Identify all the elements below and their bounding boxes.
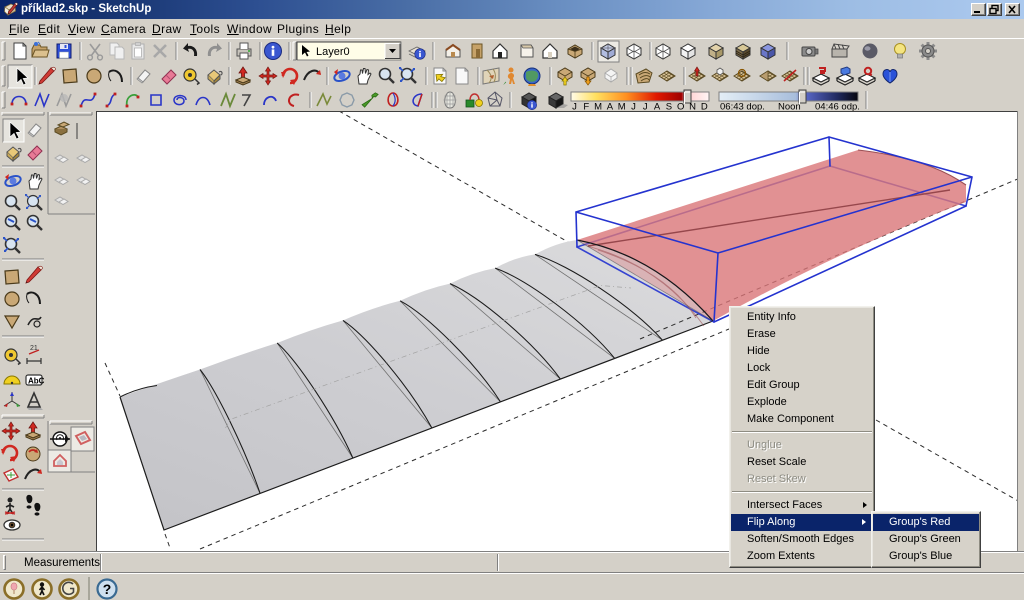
svg-text:21: 21 (30, 345, 38, 352)
svg-text:AbC: AbC (28, 377, 45, 386)
svg-text:?: ? (103, 581, 112, 597)
svg-text:Layer0: Layer0 (316, 46, 350, 58)
